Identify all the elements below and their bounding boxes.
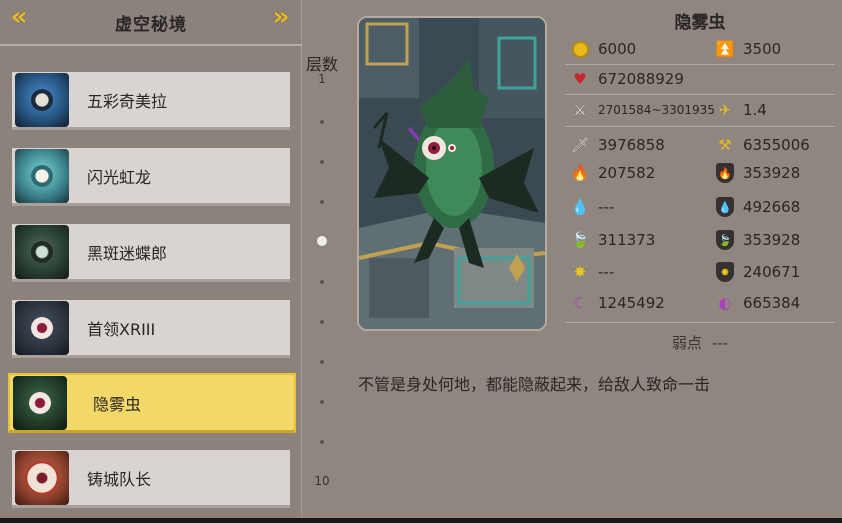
- divider: [565, 94, 835, 95]
- monster-description: 不管是身处何地，都能隐蔽起来，给敌人致命一击: [358, 375, 711, 394]
- fire-defense-stat: 🔥 353928: [715, 161, 800, 185]
- header-divider: [0, 44, 302, 46]
- monster-title: 隐雾虫: [674, 13, 726, 33]
- floor-dot-current[interactable]: [317, 236, 327, 246]
- hammer-icon: ⚒: [718, 136, 732, 154]
- fire-sword-icon: 🔥: [570, 164, 590, 182]
- sword-icon: 🗡: [570, 136, 590, 154]
- floor-dot[interactable]: [320, 320, 324, 324]
- monster-portrait-icon: [15, 450, 69, 505]
- floor-dot[interactable]: [320, 400, 324, 404]
- double-chevron-right-icon[interactable]: »: [266, 2, 296, 32]
- gold-reward-stat: 6000: [570, 37, 636, 61]
- gold-coin-icon: [570, 39, 590, 59]
- divider: [565, 322, 835, 323]
- dark-attack-stat: ☾ 1245492: [570, 291, 665, 315]
- list-item-monster-3[interactable]: 黑斑迷蝶郎: [12, 224, 290, 282]
- dark-moon-icon: ◐: [718, 294, 732, 312]
- light-attack-stat: ✸ ---: [570, 260, 615, 284]
- water-sword-icon: 💧: [570, 198, 590, 216]
- monster-list-panel: « 虚空秘境 » 五彩奇美拉 闪光虹龙 黑斑迷蝶郎 首领XRIII 隐雾虫 铸城…: [0, 0, 302, 523]
- floor-dot[interactable]: [320, 160, 324, 164]
- monster-portrait-icon: [13, 375, 67, 430]
- crossed-swords-icon: ⚔: [573, 101, 587, 119]
- attack-speed-stat: ✈ 1.4: [715, 98, 767, 122]
- list-item-monster-4[interactable]: 首领XRIII: [12, 300, 290, 358]
- monster-portrait-icon: [15, 224, 69, 279]
- bottom-bar: [0, 518, 842, 523]
- physical-defense-stat: ⚒ 6355006: [715, 133, 810, 157]
- monster-name-label: 闪光虹龙: [87, 167, 152, 187]
- leaf-sword-icon: 🍃: [570, 231, 590, 249]
- heart-icon: ♥: [573, 70, 587, 88]
- floor-dot[interactable]: [320, 440, 324, 444]
- light-shield-icon: ✸: [715, 262, 735, 282]
- attack-range-stat: ⚔ 2701584~3301935: [570, 98, 715, 122]
- wood-defense-stat: 🍃 353928: [715, 228, 800, 252]
- weakness-row: 弱点 ---: [565, 332, 835, 353]
- floor-dot[interactable]: [320, 360, 324, 364]
- wood-attack-stat: 🍃 311373: [570, 231, 656, 249]
- monster-name-label: 隐雾虫: [93, 394, 142, 414]
- physical-attack-stat: 🗡 3976858: [570, 136, 665, 154]
- monster-name-label: 首领XRIII: [87, 319, 156, 339]
- monster-portrait-icon: [15, 72, 69, 127]
- dark-defense-stat: ◐ 665384: [715, 291, 800, 315]
- light-defense-stat: ✸ 240671: [715, 260, 800, 284]
- floor-first-number: 1: [318, 72, 326, 86]
- monster-portrait-icon: [15, 300, 69, 355]
- double-chevron-left-icon[interactable]: «: [4, 2, 34, 32]
- exp-chevron-up-icon: ⏫: [715, 40, 735, 58]
- monster-name-label: 黑斑迷蝶郎: [87, 243, 168, 263]
- leaf-shield-icon: 🍃: [715, 230, 735, 250]
- list-item-monster-5-selected[interactable]: 隐雾虫: [8, 373, 296, 433]
- water-defense-stat: 💧 492668: [715, 195, 800, 219]
- floor-dot[interactable]: [320, 200, 324, 204]
- divider: [565, 126, 835, 127]
- weakness-label: 弱点: [671, 334, 702, 352]
- floor-dot[interactable]: [320, 280, 324, 284]
- list-header: « 虚空秘境 »: [0, 0, 302, 44]
- water-shield-icon: 💧: [715, 197, 735, 217]
- fire-attack-stat: 🔥 207582: [570, 164, 656, 182]
- list-item-monster-6[interactable]: 铸城队长: [12, 450, 290, 508]
- water-attack-stat: 💧 ---: [570, 198, 615, 216]
- floor-last-number: 10: [314, 474, 330, 488]
- dark-sword-icon: ☾: [573, 294, 587, 312]
- exp-reward-stat: ⏫ 3500: [715, 40, 782, 58]
- monster-name-label: 铸城队长: [87, 469, 152, 489]
- monster-name-label: 五彩奇美拉: [87, 91, 168, 111]
- light-burst-icon: ✸: [573, 263, 587, 281]
- list-item-monster-2[interactable]: 闪光虹龙: [12, 148, 290, 206]
- monster-artwork: [357, 16, 547, 331]
- fire-shield-icon: 🔥: [715, 163, 735, 183]
- page-title: 虚空秘境: [115, 14, 187, 35]
- floor-dot[interactable]: [320, 120, 324, 124]
- hp-stat: ♥ 672088929: [570, 67, 684, 91]
- divider: [565, 64, 835, 65]
- list-item-monster-1[interactable]: 五彩奇美拉: [12, 72, 290, 130]
- weakness-value: ---: [711, 334, 729, 352]
- monster-portrait-icon: [15, 148, 69, 203]
- winged-sword-icon: ✈: [718, 101, 732, 119]
